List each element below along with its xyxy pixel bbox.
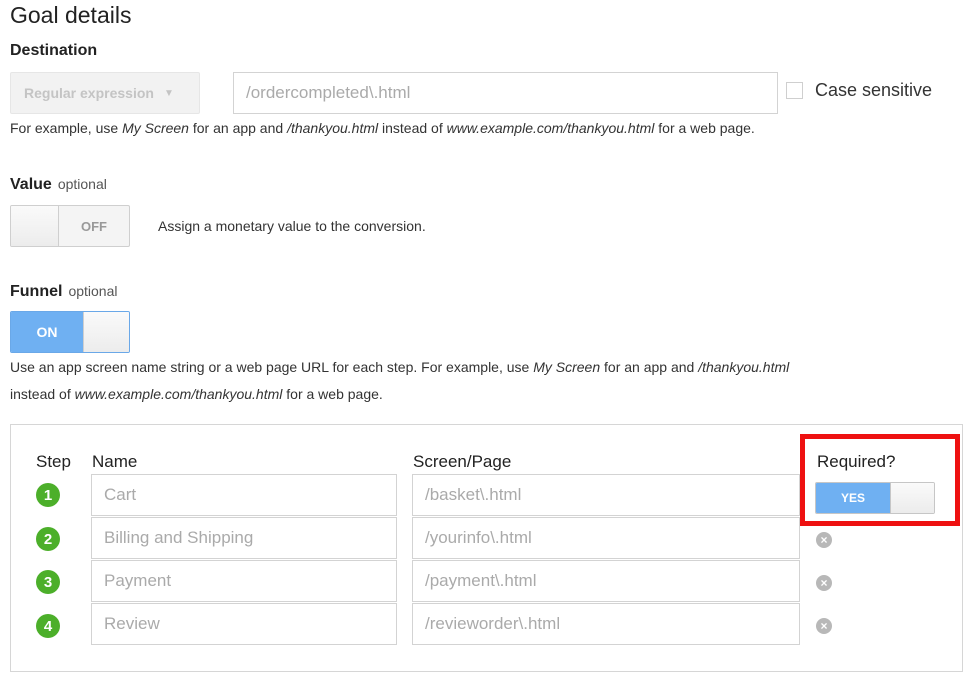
destination-help: For example, use My Screen for an app an… bbox=[10, 120, 755, 136]
case-sensitive-label: Case sensitive bbox=[815, 80, 933, 100]
step-page-input[interactable]: /payment\.html bbox=[412, 560, 800, 602]
step-number-badge: 3 bbox=[36, 570, 60, 594]
value-label: Value optional bbox=[10, 176, 107, 193]
step-name-input[interactable]: Review bbox=[91, 603, 397, 645]
highlight-annotation bbox=[800, 434, 960, 526]
value-toggle-state: OFF bbox=[81, 218, 107, 234]
destination-input[interactable]: /ordercompleted\.html bbox=[233, 72, 778, 114]
funnel-label: Funnel optional bbox=[10, 283, 118, 300]
funnel-help-line1: Use an app screen name string or a web p… bbox=[10, 359, 790, 375]
value-description: Assign a monetary value to the conversio… bbox=[158, 218, 426, 234]
remove-step-icon[interactable]: × bbox=[816, 532, 832, 548]
page-title: Goal details bbox=[10, 2, 132, 28]
case-sensitive-checkbox[interactable] bbox=[786, 82, 803, 99]
step-page-input[interactable]: /yourinfo\.html bbox=[412, 517, 800, 559]
column-header-screen-page: Screen/Page bbox=[413, 452, 512, 471]
toggle-knob bbox=[83, 312, 129, 352]
column-header-name: Name bbox=[92, 452, 138, 471]
destination-label: Destination bbox=[10, 42, 98, 59]
remove-step-icon[interactable]: × bbox=[816, 575, 832, 591]
funnel-help-line2: instead of www.example.com/thankyou.html… bbox=[10, 386, 383, 402]
step-page-input[interactable]: /revieworder\.html bbox=[412, 603, 800, 645]
column-header-step: Step bbox=[36, 452, 71, 471]
funnel-toggle-state: ON bbox=[11, 312, 83, 352]
step-name-input[interactable]: Billing and Shipping bbox=[91, 517, 397, 559]
chevron-down-icon: ▼ bbox=[163, 87, 174, 99]
match-type-value: Regular expression bbox=[24, 85, 154, 101]
match-type-dropdown[interactable]: Regular expression ▼ bbox=[10, 72, 200, 114]
value-toggle[interactable]: OFF bbox=[10, 205, 130, 247]
funnel-toggle[interactable]: ON bbox=[10, 311, 130, 353]
remove-step-icon[interactable]: × bbox=[816, 618, 832, 634]
step-page-input[interactable]: /basket\.html bbox=[412, 474, 800, 516]
step-name-input[interactable]: Payment bbox=[91, 560, 397, 602]
step-name-input[interactable]: Cart bbox=[91, 474, 397, 516]
step-number-badge: 1 bbox=[36, 483, 60, 507]
toggle-knob bbox=[11, 206, 59, 246]
step-number-badge: 4 bbox=[36, 614, 60, 638]
step-number-badge: 2 bbox=[36, 527, 60, 551]
